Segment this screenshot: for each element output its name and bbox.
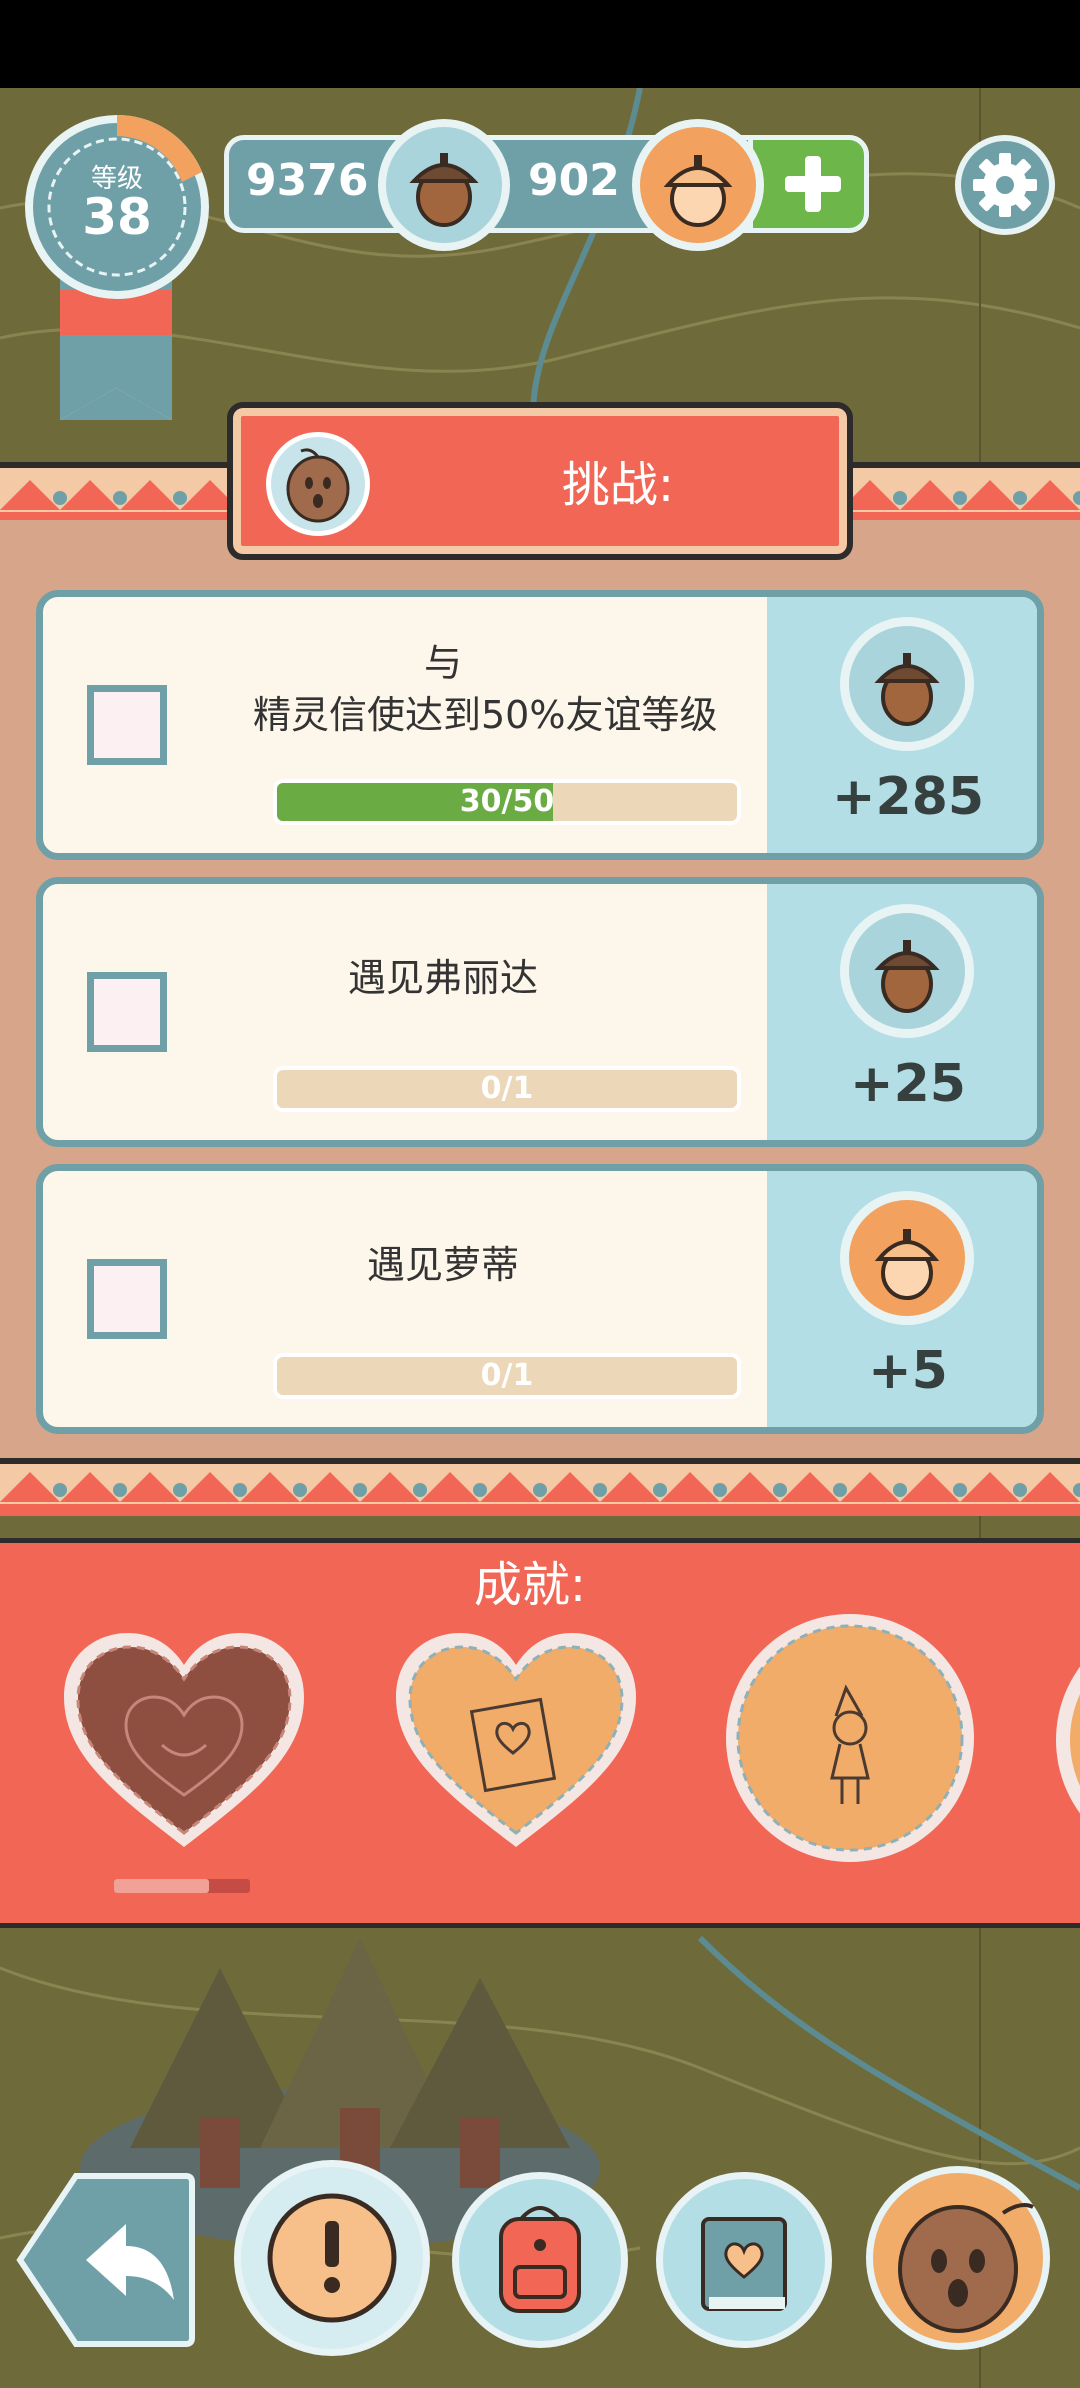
heart-book-icon <box>701 2217 787 2311</box>
acorn-count: 9376 <box>246 155 369 206</box>
acorn-icon <box>840 617 974 751</box>
challenge-card: 遇见弗丽达 0/1 +25 <box>36 877 1044 1147</box>
challenge-progress-bar: 0/1 <box>273 1353 741 1399</box>
achievements-title: 成就: <box>473 1557 587 1613</box>
walnut-avatar-icon <box>266 432 370 536</box>
challenge-card: 与 精灵信使达到50%友谊等级 30/50 +285 <box>36 590 1044 860</box>
status-bar <box>0 0 1080 88</box>
acorn-icon <box>378 119 510 251</box>
next-badge-partial[interactable] <box>1050 1640 1080 1840</box>
challenges-nav-button[interactable] <box>234 2160 430 2356</box>
progress-text: 0/1 <box>480 1071 534 1106</box>
challenge-desc-line1: 遇见萝蒂 <box>366 1243 519 1287</box>
character-nav-button[interactable] <box>866 2166 1050 2350</box>
achievement-progress-fill <box>114 1879 210 1893</box>
elf-badge[interactable] <box>720 1608 980 1868</box>
challenge-checkbox[interactable] <box>87 972 167 1052</box>
plus-icon-vertical <box>805 156 821 212</box>
backpack-icon <box>499 2206 581 2313</box>
gear-icon <box>973 153 1037 217</box>
challenge-checkbox[interactable] <box>87 685 167 765</box>
level-value: 38 <box>82 188 152 246</box>
reward-amount: +25 <box>850 1054 966 1114</box>
challenge-checkbox[interactable] <box>87 1259 167 1339</box>
challenge-progress-bar: 0/1 <box>273 1066 741 1112</box>
settings-button[interactable] <box>955 135 1055 235</box>
acorn-icon <box>840 904 974 1038</box>
challenge-desc-line2: 精灵信使达到50%友谊等级 <box>253 693 718 737</box>
decorative-stripe-bottom <box>0 1458 1080 1516</box>
challenge-desc-line1: 与 <box>423 641 462 685</box>
challenge-desc-line1: 遇见弗丽达 <box>347 956 538 1000</box>
gold-acorn-count: 902 <box>528 155 620 206</box>
backpack-nav-button[interactable] <box>452 2172 628 2348</box>
challenge-progress-bar: 30/50 <box>273 779 741 825</box>
gold-acorn-icon <box>840 1191 974 1325</box>
back-button[interactable] <box>16 2172 196 2348</box>
reward-amount: +285 <box>831 767 985 827</box>
progress-text: 0/1 <box>480 1358 534 1393</box>
journal-nav-button[interactable] <box>656 2172 832 2348</box>
challenge-card: 遇见萝蒂 0/1 +5 <box>36 1164 1044 1434</box>
heart-book-badge[interactable] <box>388 1625 644 1855</box>
challenge-title: 挑战: <box>561 457 675 513</box>
progress-text: 30/50 <box>459 784 555 819</box>
walnut-character-icon <box>898 2203 1034 2333</box>
exclamation-icon <box>267 2193 397 2323</box>
gold-acorn-icon <box>632 119 764 251</box>
reward-amount: +5 <box>868 1341 948 1401</box>
smiling-heart-badge[interactable] <box>56 1625 312 1855</box>
